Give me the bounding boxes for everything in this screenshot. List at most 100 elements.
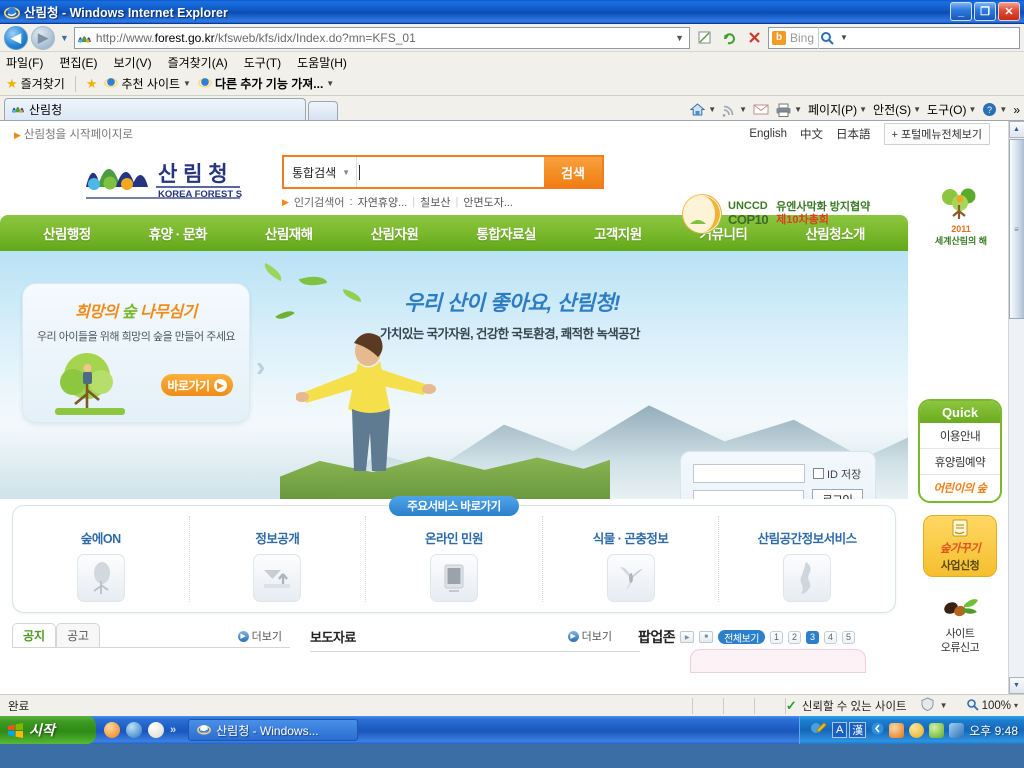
help-button[interactable]: ? ▼ — [982, 102, 1007, 117]
history-dropdown-icon[interactable]: ▼ — [58, 33, 71, 43]
menu-item-help[interactable]: 도움말(H) — [297, 54, 347, 71]
browser-tab[interactable]: 산림청 — [4, 98, 306, 120]
search-category-select[interactable]: 통합검색 ▼ — [284, 164, 356, 181]
feeds-button[interactable]: ▼ — [722, 103, 747, 117]
ime-pen-icon[interactable] — [810, 721, 827, 739]
add-to-favorites-button[interactable]: ★ — [86, 76, 98, 92]
menu-item-file[interactable]: 파일(F) — [6, 54, 43, 71]
popup-page-5[interactable]: 5 — [841, 630, 855, 644]
stop-icon[interactable] — [743, 27, 765, 49]
ime-indicator[interactable]: A 漢 — [832, 722, 867, 738]
system-clock[interactable]: 오후 9:48 — [969, 722, 1018, 739]
quick-launch-icon-1[interactable] — [104, 722, 120, 738]
promo-go-button[interactable]: 바로가기 ▶ — [161, 374, 233, 396]
quick-item-guide[interactable]: 이용안내 — [920, 423, 1000, 449]
nav-item-forest-resources[interactable]: 산림자원 — [371, 223, 419, 243]
tray-icon-network[interactable] — [949, 722, 965, 738]
promo-card[interactable]: 희망의 숲 나무심기 우리 아이들을 위해 희망의 숲을 만들어 주세요 바로가… — [22, 283, 250, 423]
quick-launch-icon-2[interactable] — [126, 722, 142, 738]
menu-item-favorites[interactable]: 즐겨찾기(A) — [168, 54, 228, 71]
popup-zone-card[interactable] — [690, 649, 866, 673]
lang-link-chinese[interactable]: 中文 — [800, 126, 823, 142]
nav-item-forest-admin[interactable]: 산림행정 — [43, 223, 91, 243]
nav-item-data-room[interactable]: 통합자료실 — [476, 223, 536, 243]
new-tab-button[interactable] — [308, 101, 338, 120]
popup-page-3[interactable]: 3 — [805, 630, 819, 644]
scrollbar-track[interactable] — [1008, 319, 1024, 677]
scrollbar-thumb[interactable]: ≡ — [1008, 139, 1024, 319]
popular-term-2[interactable]: 칠보산 — [420, 194, 450, 210]
print-button[interactable]: ▼ — [775, 103, 802, 117]
compatibility-view-icon[interactable] — [693, 27, 715, 49]
minimize-button[interactable]: _ — [950, 2, 972, 21]
zoom-control[interactable]: 100% ▾ — [966, 698, 1018, 714]
get-more-addons-button[interactable]: 다른 추가 기능 가져... ▼ — [198, 75, 334, 92]
service-item-supeon[interactable]: 숲에ON — [13, 516, 190, 602]
nav-item-recreation-culture[interactable]: 휴양 · 문화 — [149, 223, 208, 243]
forest-tending-apply-button[interactable]: 숲가꾸기 사업신청 — [923, 515, 997, 577]
site-logo[interactable]: 산 림 청 KOREA FOREST SERVICE — [14, 145, 282, 203]
favorites-button[interactable]: ★ 즐겨찾기 — [6, 75, 65, 92]
login-password-input[interactable] — [693, 490, 804, 499]
tools-menu-button[interactable]: 도구(O) ▼ — [927, 101, 976, 118]
save-id-checkbox[interactable] — [813, 468, 824, 479]
taskbar-window-button[interactable]: 산림청 - Windows... — [188, 719, 359, 741]
service-item-online-civil[interactable]: 온라인 민원 — [366, 516, 543, 602]
service-item-geo-service[interactable]: 산림공간정보서비스 — [719, 516, 895, 602]
popular-term-3[interactable]: 안면도자... — [463, 194, 513, 210]
page-menu-button[interactable]: 페이지(P) ▼ — [808, 101, 867, 118]
lang-link-english[interactable]: English — [749, 128, 787, 140]
cop10-banner[interactable]: UNCCD COP10 유엔사막화 방지협약 제10차총회 — [682, 187, 898, 241]
press-more-link[interactable]: ▶ 더보기 — [567, 628, 612, 644]
login-button[interactable]: 로그인 — [811, 489, 863, 499]
login-id-input[interactable] — [693, 464, 805, 483]
home-button[interactable]: ▼ — [689, 102, 716, 117]
popup-play-button[interactable]: ▶ — [680, 631, 695, 643]
security-zone[interactable]: ✓ 신뢰할 수 있는 사이트 ▼ 100% ▾ — [786, 697, 1022, 714]
safety-menu-button[interactable]: 안전(S) ▼ — [873, 101, 921, 118]
search-go-icon[interactable]: ▼ — [818, 26, 851, 49]
tray-icon-update[interactable] — [929, 722, 945, 738]
scroll-up-arrow[interactable]: ▲ — [1008, 121, 1024, 138]
popup-view-all-button[interactable]: 전체보기 — [718, 630, 765, 645]
popup-page-2[interactable]: 2 — [787, 630, 801, 644]
popup-stop-button[interactable]: ■ — [699, 631, 714, 643]
site-error-report-button[interactable]: 사이트 오류신고 — [920, 593, 1000, 656]
search-input[interactable] — [356, 157, 544, 187]
service-item-plant-insect[interactable]: 식물 · 곤충정보 — [543, 516, 720, 602]
quick-item-reservation[interactable]: 휴양림예약 — [920, 449, 1000, 475]
url-dropdown-icon[interactable]: ▼ — [675, 33, 687, 43]
ime-hanja-key[interactable]: 漢 — [849, 722, 867, 738]
menu-item-edit[interactable]: 편집(E) — [59, 54, 97, 71]
nav-item-forest-disaster[interactable]: 산림재해 — [265, 223, 313, 243]
tray-icon-shield[interactable] — [909, 722, 925, 738]
year-of-forests-banner[interactable]: 2011 세계산림의 해 — [926, 185, 996, 247]
hero-next-arrow[interactable]: › — [256, 351, 265, 383]
save-id-checkbox-group[interactable]: ID 저장 — [813, 466, 861, 482]
refresh-icon[interactable] — [718, 27, 740, 49]
chevron-down-icon-zoom[interactable]: ▾ — [1014, 701, 1018, 710]
start-button[interactable]: 시작 — [0, 716, 96, 744]
nav-item-customer-support[interactable]: 고객지원 — [594, 223, 642, 243]
set-start-page-link[interactable]: ▶ 산림청을 시작페이지로 — [14, 126, 133, 142]
service-item-info-disclosure[interactable]: 정보공개 — [190, 516, 367, 602]
browser-search-box[interactable]: b Bing ▼ — [768, 26, 1020, 49]
notice-more-link[interactable]: ▶ 더보기 — [237, 628, 282, 644]
tab-announcement[interactable]: 공고 — [56, 623, 100, 647]
portal-menu-button[interactable]: + 포털메뉴전체보기 — [883, 123, 990, 145]
tray-expand-icon[interactable] — [871, 721, 884, 739]
forward-button[interactable]: ▶ — [31, 25, 55, 50]
tray-icon-home-security[interactable] — [889, 722, 905, 738]
popular-term-1[interactable]: 자연휴양... — [358, 194, 408, 210]
lang-link-japanese[interactable]: 日本語 — [836, 126, 871, 142]
quick-launch-overflow[interactable]: » — [170, 724, 176, 736]
search-submit-button[interactable]: 검색 — [544, 157, 602, 187]
back-button[interactable]: ◀ — [4, 25, 28, 50]
mail-button[interactable] — [753, 103, 769, 116]
command-bar-overflow[interactable]: » — [1013, 103, 1020, 117]
url-input[interactable]: http://www.forest.go.kr/kfsweb/kfs/idx/I… — [73, 26, 690, 49]
popup-page-1[interactable]: 1 — [769, 630, 783, 644]
tab-notice[interactable]: 공지 — [12, 623, 56, 647]
ime-lang-key[interactable]: A — [832, 722, 848, 738]
page-scrollbar[interactable]: ▲ ≡ ▼ — [1008, 121, 1024, 694]
